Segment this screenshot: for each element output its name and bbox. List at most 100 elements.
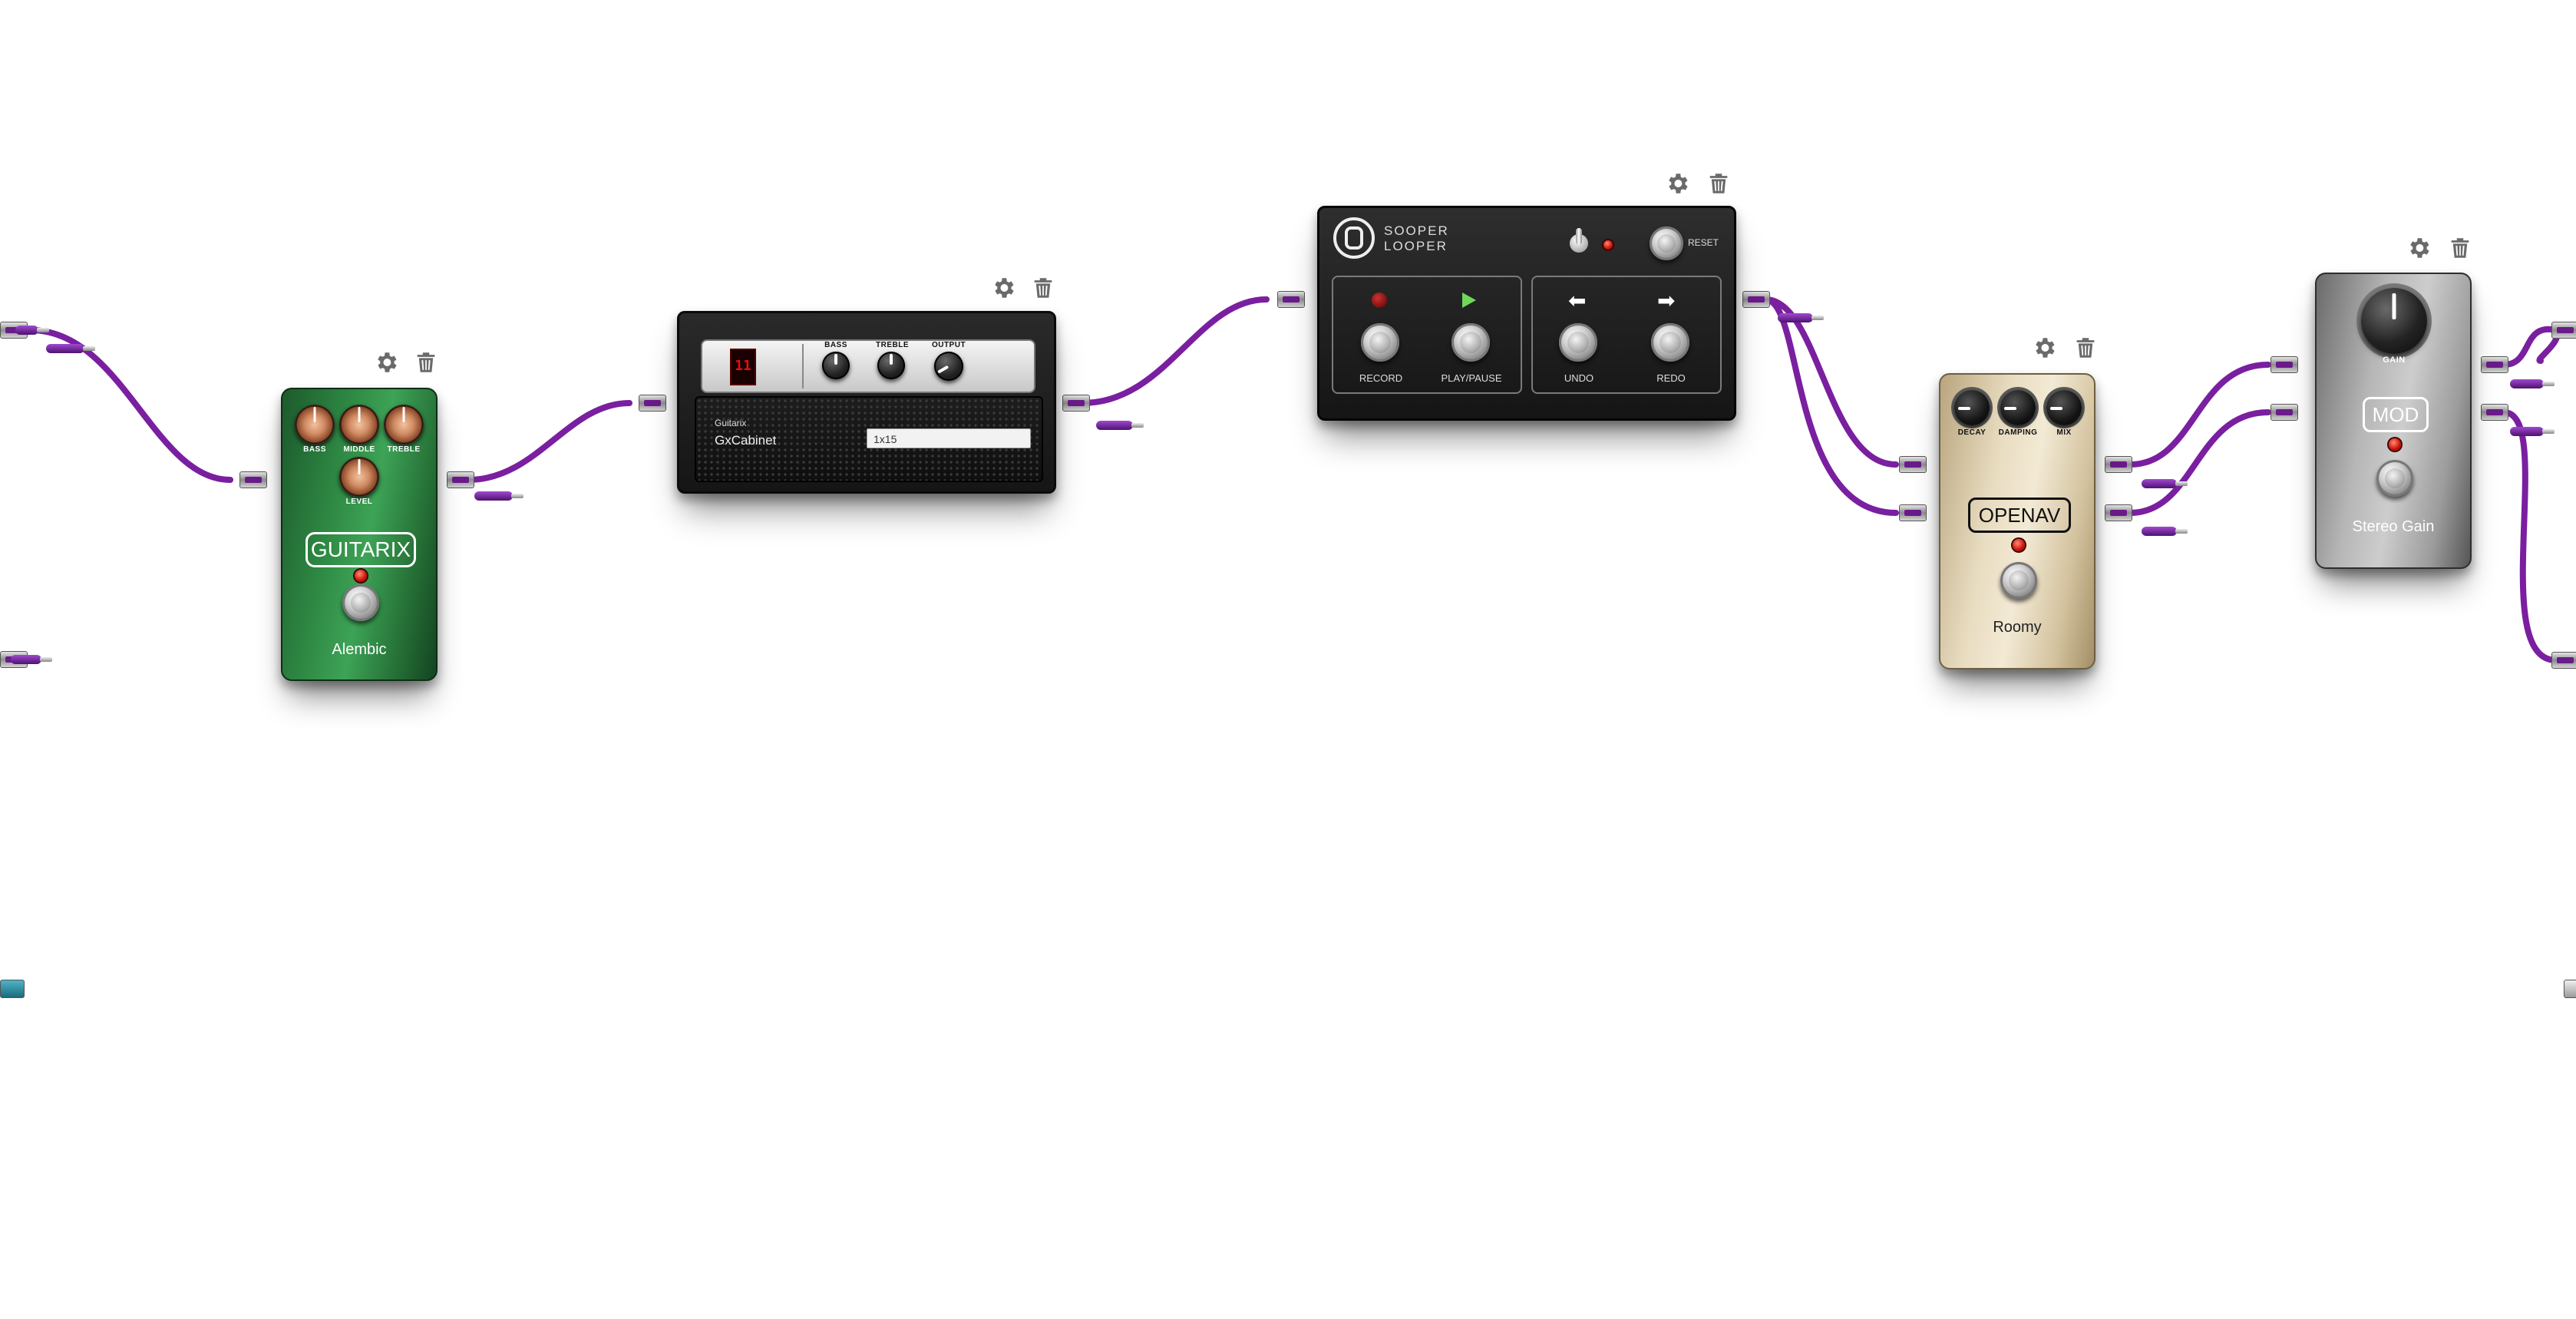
stereogain-output-right-free-plug[interactable] — [2510, 427, 2555, 436]
gain-knob[interactable] — [2361, 288, 2427, 354]
gxcabinet-name-label: GxCabinet — [715, 433, 777, 448]
guitarix-brand-text: GUITARIX — [310, 537, 411, 561]
gain-label: GAIN — [2383, 355, 2406, 365]
roomy-input-right-jack[interactable] — [1899, 504, 1927, 521]
bypass-footswitch[interactable] — [2000, 562, 2037, 599]
cable-stereogain-to-out-l — [2501, 326, 2561, 368]
guitarix-output-jack[interactable] — [447, 471, 474, 488]
pedal-name-label: Roomy — [1993, 619, 2042, 636]
roomy-output-right-jack[interactable] — [2105, 504, 2132, 521]
trash-icon[interactable] — [413, 349, 439, 375]
trash-icon[interactable] — [1030, 275, 1056, 301]
treble-label: TREBLE — [387, 445, 421, 454]
roomy-input-left-jack[interactable] — [1899, 456, 1927, 473]
looper-status-led — [1603, 240, 1613, 250]
gear-icon[interactable] — [2031, 335, 2057, 361]
looper-title-line1: SOOPER — [1384, 223, 1449, 238]
cable-gxcab-to-looper — [1079, 296, 1270, 406]
system-capture-1-plug[interactable] — [15, 326, 49, 335]
reset-button[interactable] — [1650, 226, 1683, 260]
roomy-output-left-jack[interactable] — [2105, 456, 2132, 473]
looper-output-jack[interactable] — [1742, 291, 1770, 308]
record-label: RECORD — [1359, 372, 1403, 384]
treble-knob[interactable] — [384, 405, 424, 445]
system-midi-in-port[interactable] — [0, 980, 25, 998]
system-capture-1-free-plug[interactable] — [46, 344, 95, 353]
gxcabinet-speaker-grill: Guitarix GxCabinet 1x15 — [695, 396, 1043, 482]
mix-label: MIX — [2056, 428, 2072, 437]
bypass-led — [355, 570, 367, 582]
damping-knob[interactable] — [2000, 390, 2036, 425]
trash-icon[interactable] — [2447, 235, 2473, 261]
gear-icon[interactable] — [990, 275, 1016, 301]
cable-stereogain-to-out-r — [2501, 409, 2559, 663]
play-pause-footswitch[interactable] — [1451, 323, 1490, 362]
bass-label: BASS — [824, 341, 847, 349]
pedal-name-label: Stereo Gain — [2352, 518, 2435, 535]
roomy-output-left-free-plug[interactable] — [2142, 479, 2188, 488]
gear-icon[interactable] — [373, 349, 399, 375]
undo-footswitch[interactable] — [1559, 323, 1597, 362]
bass-knob[interactable] — [822, 352, 850, 379]
system-playback-2-port[interactable] — [2551, 652, 2576, 669]
looper-input-jack[interactable] — [1277, 291, 1305, 308]
looper-output-free-plug[interactable] — [1778, 313, 1824, 322]
reset-label: RESET — [1688, 237, 1719, 248]
gxcabinet-output-free-plug[interactable] — [1096, 421, 1144, 430]
pedal-name-label: Alembic — [332, 641, 387, 658]
openav-logo: OPENAV — [1968, 498, 2071, 533]
bypass-footswitch[interactable] — [342, 584, 379, 621]
damping-label: DAMPING — [1998, 428, 2038, 437]
looper-title-line2: LOOPER — [1384, 239, 1448, 253]
stereogain-input-left-jack[interactable] — [2271, 356, 2298, 373]
gxcabinet-input-jack[interactable] — [639, 395, 666, 412]
redo-label: REDO — [1656, 372, 1686, 384]
gear-icon[interactable] — [2406, 235, 2432, 261]
stereogain-output-right-jack[interactable] — [2481, 404, 2508, 421]
pedalboard-canvas[interactable]: BASS MIDDLE TREBLE LEVEL GUITARIX Alembi… — [0, 0, 2576, 1319]
roomy-output-right-free-plug[interactable] — [2142, 527, 2188, 536]
panel-divider — [802, 344, 804, 388]
bypass-led — [2013, 539, 2025, 551]
undo-label: UNDO — [1564, 372, 1594, 384]
bypass-led — [2389, 438, 2401, 451]
trash-icon[interactable] — [1706, 170, 1732, 197]
sooper-looper-plugin[interactable]: SOOPER LOOPER RESET ⬅ ➡ RECORD PLAY/PAUS… — [1317, 206, 1736, 421]
gxcabinet-plugin[interactable]: BASS TREBLE OUTPUT Guitarix GxCabinet 1x… — [677, 311, 1056, 494]
gear-icon[interactable] — [1664, 170, 1690, 197]
trash-icon[interactable] — [2072, 335, 2099, 361]
mod-stereo-gain-pedal[interactable]: GAIN MOD Stereo Gain — [2315, 273, 2472, 569]
stereogain-output-left-jack[interactable] — [2481, 356, 2508, 373]
stereogain-input-right-jack[interactable] — [2271, 404, 2298, 421]
mod-brand-text: MOD — [2372, 403, 2419, 426]
guitarix-alembic-pedal[interactable]: BASS MIDDLE TREBLE LEVEL GUITARIX Alembi… — [281, 388, 438, 681]
output-knob[interactable] — [934, 352, 963, 381]
record-indicator-icon — [1372, 293, 1387, 308]
system-midi-out-port[interactable] — [2564, 980, 2576, 998]
system-playback-1-port[interactable] — [2551, 322, 2576, 339]
looper-toggle-switch[interactable] — [1568, 228, 1590, 259]
gxcabinet-output-jack[interactable] — [1062, 395, 1090, 412]
gxcabinet-display — [730, 349, 756, 385]
guitarix-output-free-plug[interactable] — [474, 491, 523, 501]
record-footswitch[interactable] — [1361, 323, 1399, 362]
decay-knob[interactable] — [1954, 390, 1990, 425]
openav-roomy-pedal[interactable]: DECAY DAMPING MIX OPENAV Roomy — [1939, 373, 2095, 669]
cabinet-model-select[interactable]: 1x15 — [867, 428, 1031, 448]
cable-roomy-to-stereogain-r — [2127, 409, 2271, 516]
bypass-footswitch[interactable] — [2376, 460, 2413, 497]
system-capture-2-plug[interactable] — [11, 655, 52, 664]
treble-label: TREBLE — [876, 341, 909, 349]
decay-label: DECAY — [1957, 428, 1986, 437]
bass-knob[interactable] — [295, 405, 335, 445]
mix-knob[interactable] — [2046, 390, 2082, 425]
redo-footswitch[interactable] — [1651, 323, 1689, 362]
output-label: OUTPUT — [931, 341, 966, 349]
level-knob[interactable] — [339, 457, 379, 497]
stereogain-output-left-free-plug[interactable] — [2510, 379, 2555, 388]
treble-knob[interactable] — [877, 352, 905, 379]
guitarix-input-jack[interactable] — [239, 471, 267, 488]
openav-brand-text: OPENAV — [1978, 504, 2061, 527]
middle-knob[interactable] — [339, 405, 379, 445]
cable-looper-to-roomy-r — [1762, 296, 1899, 516]
